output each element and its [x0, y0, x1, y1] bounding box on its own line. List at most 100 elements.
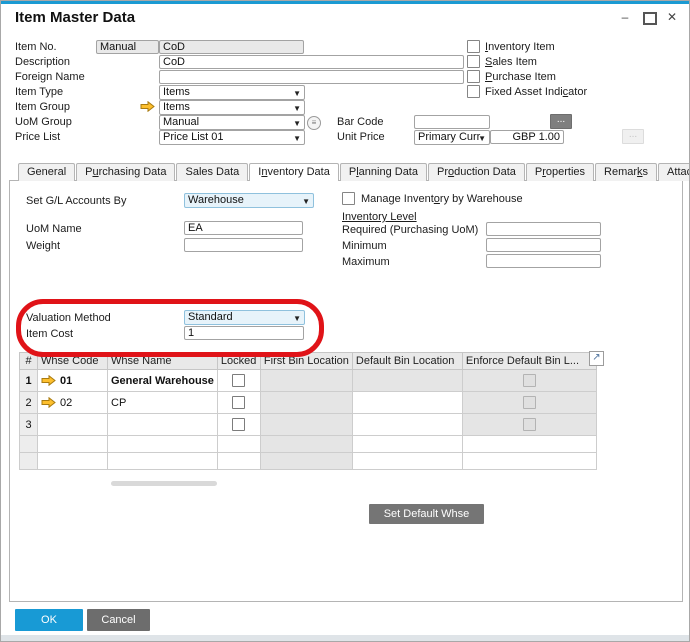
tab-purchasing-data[interactable]: Purchasing Data — [76, 163, 175, 181]
inventory-item-checkbox[interactable] — [467, 40, 480, 53]
whse-code-cell — [38, 436, 108, 453]
whse-code-cell[interactable]: 01 — [38, 370, 108, 392]
unit-price-browse-button[interactable]: ... — [622, 129, 644, 144]
inventory-level-link[interactable]: Inventory Level — [342, 211, 417, 223]
tab-inventory-data[interactable]: Inventory Data — [249, 163, 339, 181]
cancel-button[interactable]: Cancel — [87, 609, 150, 631]
chevron-down-icon: ▼ — [293, 132, 301, 145]
bar-code-field[interactable] — [414, 115, 490, 129]
row-number[interactable]: 1 — [20, 370, 38, 392]
row-number[interactable]: 2 — [20, 392, 38, 414]
col-header-whse-code[interactable]: Whse Code — [38, 353, 108, 370]
tab-general[interactable]: General — [18, 163, 75, 181]
locked-checkbox[interactable] — [232, 418, 245, 431]
whse-code-cell[interactable]: 02 — [38, 392, 108, 414]
tab-production-data[interactable]: Production Data — [428, 163, 525, 181]
item-group-dropdown[interactable]: Items▼ — [159, 100, 305, 115]
link-arrow-icon[interactable] — [140, 101, 155, 112]
sales-item-checkbox[interactable] — [467, 55, 480, 68]
fixed-asset-indicator-checkbox[interactable] — [467, 85, 480, 98]
table-row: 2 02 CP — [20, 392, 597, 414]
uom-name-label: UoM Name — [26, 223, 82, 236]
sales-item-label: Sales Item — [485, 56, 537, 69]
default-bin-cell — [352, 436, 462, 453]
whse-name-cell[interactable]: General Warehouse — [108, 370, 218, 392]
manage-inventory-checkbox[interactable] — [342, 192, 355, 205]
weight-label: Weight — [26, 240, 60, 253]
default-bin-cell[interactable] — [352, 414, 462, 436]
valuation-method-dropdown[interactable]: Standard▼ — [184, 310, 305, 325]
uom-name-field[interactable]: EA — [184, 221, 303, 235]
ok-button[interactable]: OK — [15, 609, 83, 631]
price-list-dropdown[interactable]: Price List 01▼ — [159, 130, 305, 145]
item-cost-field[interactable]: 1 — [184, 326, 304, 340]
description-field[interactable]: CoD — [159, 55, 464, 69]
tab-sales-data[interactable]: Sales Data — [176, 163, 248, 181]
item-type-dropdown[interactable]: Items▼ — [159, 85, 305, 100]
uom-list-icon[interactable]: ≡ — [307, 116, 321, 130]
tab-planning-data[interactable]: Planning Data — [340, 163, 427, 181]
chevron-down-icon: ▼ — [293, 102, 301, 115]
window-title: Item Master Data — [15, 9, 135, 26]
price-list-label: Price List — [15, 131, 60, 144]
unit-price-currency-dropdown[interactable]: Primary Curr▼ — [414, 130, 490, 145]
item-no-field[interactable]: CoD — [159, 40, 304, 54]
item-no-series-field[interactable]: Manual — [96, 40, 159, 54]
chevron-down-icon: ▼ — [302, 195, 310, 208]
purchase-item-checkbox[interactable] — [467, 70, 480, 83]
fixed-asset-indicator-label: Fixed Asset Indicator — [485, 86, 587, 99]
gl-accounts-dropdown[interactable]: Warehouse▼ — [184, 193, 314, 208]
set-default-whse-button[interactable]: Set Default Whse — [369, 504, 484, 524]
required-field[interactable] — [486, 222, 601, 236]
weight-field[interactable] — [184, 238, 303, 252]
row-number[interactable]: 3 — [20, 414, 38, 436]
maximum-field[interactable] — [486, 254, 601, 268]
uom-group-label: UoM Group — [15, 116, 72, 129]
whse-name-cell[interactable]: CP — [108, 392, 218, 414]
foreign-name-field[interactable] — [159, 70, 464, 84]
item-no-label: Item No. — [15, 41, 57, 54]
table-header-row: # Whse Code Whse Name Locked First Bin L… — [20, 353, 597, 370]
horizontal-scrollbar-thumb[interactable] — [111, 481, 217, 486]
bar-code-browse-button[interactable]: ... — [550, 114, 572, 129]
locked-cell — [217, 392, 260, 414]
inventory-item-label: Inventory Item — [485, 41, 555, 54]
default-bin-cell[interactable] — [352, 392, 462, 414]
whse-name-cell[interactable] — [108, 414, 218, 436]
whse-code-cell[interactable] — [38, 414, 108, 436]
unit-price-field[interactable]: GBP 1.00 — [490, 130, 564, 144]
expand-grid-icon[interactable]: ↗ — [589, 351, 604, 366]
enforce-default-bin-checkbox — [523, 396, 536, 409]
link-arrow-icon[interactable] — [41, 397, 56, 408]
tab-remarks[interactable]: Remarks — [595, 163, 657, 181]
close-icon[interactable]: ✕ — [664, 10, 680, 24]
locked-checkbox[interactable] — [232, 374, 245, 387]
col-header-num[interactable]: # — [20, 353, 38, 370]
enforce-default-bin-cell — [462, 392, 596, 414]
minimum-field[interactable] — [486, 238, 601, 252]
col-header-locked[interactable]: Locked — [217, 353, 260, 370]
row-number — [20, 436, 38, 453]
chevron-down-icon: ▼ — [293, 87, 301, 100]
enforce-default-bin-cell — [462, 414, 596, 436]
locked-checkbox[interactable] — [232, 396, 245, 409]
col-header-first-bin[interactable]: First Bin Location — [260, 353, 352, 370]
required-label: Required (Purchasing UoM) — [342, 224, 478, 237]
tab-properties[interactable]: Properties — [526, 163, 594, 181]
link-arrow-icon[interactable] — [41, 375, 56, 386]
enforce-default-bin-checkbox — [523, 418, 536, 431]
minimize-icon[interactable]: – — [617, 10, 633, 24]
col-header-default-bin[interactable]: Default Bin Location — [352, 353, 462, 370]
tab-attachments[interactable]: Attachments — [658, 163, 690, 181]
table-row: 1 01 General Warehouse — [20, 370, 597, 392]
first-bin-cell — [260, 414, 352, 436]
row-number — [20, 453, 38, 470]
description-label: Description — [15, 56, 70, 69]
valuation-method-label: Valuation Method — [26, 312, 111, 325]
whse-name-cell — [108, 436, 218, 453]
col-header-enforce-default-bin[interactable]: Enforce Default Bin L... — [462, 353, 596, 370]
uom-group-dropdown[interactable]: Manual▼ — [159, 115, 305, 130]
maximize-icon[interactable] — [643, 12, 657, 25]
col-header-whse-name[interactable]: Whse Name — [108, 353, 218, 370]
item-cost-label: Item Cost — [26, 328, 73, 341]
